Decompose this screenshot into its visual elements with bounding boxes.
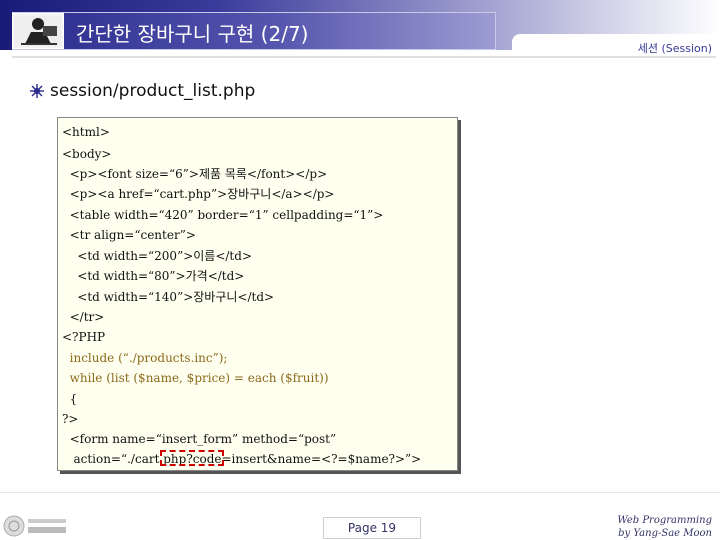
credit: Web Programming by Yang-Sae Moon [602, 514, 712, 540]
code-block: <html> <body> <p><font size=“6”>제품 목록</f… [57, 117, 458, 471]
page-number: Page 19 [323, 517, 421, 539]
highlight-box [160, 450, 224, 466]
university-logo-icon [3, 515, 66, 537]
code-line: <?PHP [62, 330, 106, 344]
footer-divider [0, 492, 720, 493]
code-line: ?> [62, 412, 79, 426]
code-line: <td width=“200”>이름</td> [62, 249, 252, 263]
presenter-logo [12, 13, 64, 49]
code-line: <td width=“140”>장바구니</td> [62, 290, 275, 304]
code-line: <td width=“80”>가격</td> [62, 269, 245, 283]
code-line: while (list ($name, $price) = each ($fru… [62, 371, 329, 385]
code-line: <p><font size=“6”>제품 목록</font></p> [62, 167, 328, 181]
code-line: <html> [62, 125, 110, 139]
code-line: { [62, 392, 78, 406]
code-line: <table width=“420” border=“1” cellpaddin… [62, 208, 384, 222]
code-line: <form name=“insert_form” method=“post” [62, 432, 337, 446]
code-line: <body> [62, 147, 112, 161]
credit-line-2: by Yang-Sae Moon [618, 528, 712, 539]
bullet-icon [30, 84, 44, 98]
code-line: include (“./products.inc”); [62, 351, 228, 365]
header-divider [12, 56, 716, 58]
credit-line-1: Web Programming [617, 515, 712, 526]
code-line: </tr> [62, 310, 105, 324]
code-line: action=“./cart.php?code=insert&name=<?=$… [62, 452, 422, 466]
code-line: <p><a href=“cart.php”>장바구니</a></p> [62, 187, 335, 201]
section-label: 세션 (Session) [637, 42, 712, 55]
presenter-icon [15, 16, 61, 46]
slide-title: 간단한 장바구니 구현 (2/7) [76, 22, 309, 46]
file-name: session/product_list.php [50, 81, 256, 101]
code-line: <tr align=“center”> [62, 228, 196, 242]
